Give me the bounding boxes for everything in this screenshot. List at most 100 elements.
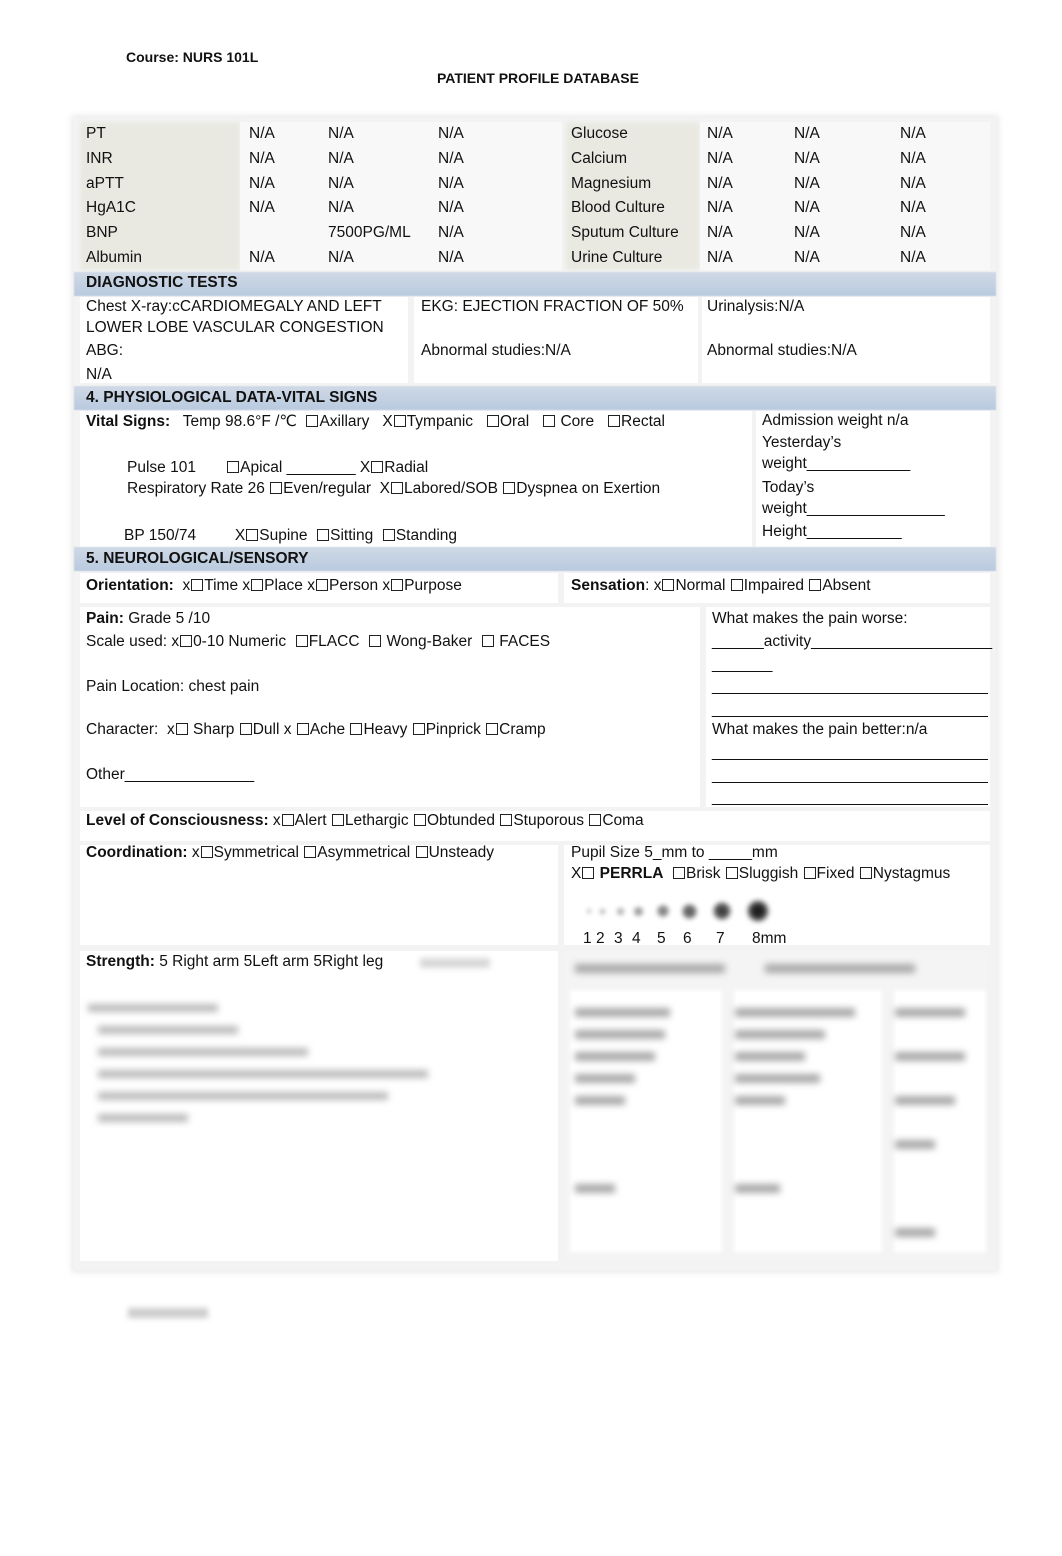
checkbox-icon[interactable] — [350, 723, 363, 735]
yesterday-weight-field[interactable]: weight____________ — [762, 455, 910, 473]
checkbox-icon[interactable] — [317, 529, 330, 541]
checkbox-option[interactable]: Heavy — [349, 721, 411, 738]
checkbox-icon[interactable] — [270, 482, 283, 494]
height-field[interactable]: Height___________ — [762, 523, 902, 541]
checkbox-icon[interactable] — [725, 867, 738, 879]
checkbox-option[interactable]: Fixed — [803, 865, 859, 882]
checkbox-icon[interactable] — [730, 579, 743, 591]
blank-line-field[interactable]: ______activity_____________________ — [712, 633, 992, 651]
checked-mark: X — [379, 480, 391, 497]
checkbox-option[interactable]: Standing — [382, 527, 457, 544]
checkbox-icon[interactable] — [412, 723, 425, 735]
checkbox-icon[interactable] — [500, 814, 513, 826]
pain-other-field[interactable]: Other_______________ — [86, 766, 254, 784]
checkbox-icon[interactable] — [304, 846, 317, 858]
checkbox-option[interactable]: X Labored/SOB — [380, 480, 498, 497]
checkbox-option[interactable]: Lethargic — [331, 812, 413, 829]
checkbox-icon[interactable] — [246, 529, 259, 541]
checkbox-option[interactable]: Rectal — [607, 413, 665, 430]
checkbox-option[interactable]: Sluggish — [725, 865, 803, 882]
checkbox-option[interactable]: Cramp — [485, 721, 546, 738]
checkbox-option[interactable]: Axillary — [305, 413, 369, 430]
checkbox-option[interactable]: x Sharp — [167, 721, 239, 738]
checkbox-icon[interactable] — [391, 482, 404, 494]
bp-value: BP 150/74 — [124, 527, 197, 544]
checkbox-option[interactable]: Asymmetrical — [303, 844, 414, 861]
checkbox-icon[interactable] — [331, 814, 344, 826]
checkbox-icon[interactable] — [803, 867, 816, 879]
checkbox-option[interactable]: Wong-Baker — [368, 633, 476, 650]
checkbox-option[interactable]: Pinprick — [412, 721, 485, 738]
checkbox-option[interactable]: Core — [542, 413, 594, 430]
checkbox-option[interactable]: Impaired — [730, 577, 809, 594]
checkbox-icon[interactable] — [486, 723, 499, 735]
checkbox-option[interactable]: Dull x — [239, 721, 296, 738]
perrla-checkbox[interactable] — [582, 867, 595, 879]
blank-line-field[interactable]: ________________________________ — [712, 744, 988, 762]
checkbox-icon[interactable] — [382, 529, 395, 541]
checkbox-option[interactable]: X Supine — [235, 527, 308, 544]
checkbox-option[interactable]: X Tympanic — [382, 413, 473, 430]
blank-line-field[interactable]: _______ — [712, 656, 772, 674]
checkbox-option[interactable]: Nystagmus — [859, 865, 950, 882]
checkbox-icon[interactable] — [239, 723, 252, 735]
checkbox-icon[interactable] — [191, 579, 204, 591]
checkbox-option[interactable]: x Alert — [273, 812, 331, 829]
checkbox-option[interactable]: x Purpose — [382, 577, 461, 594]
checkbox-icon[interactable] — [503, 482, 516, 494]
blank-line-field[interactable]: ________________________________ — [712, 767, 988, 785]
checkbox-option[interactable]: x 0-10 Numeric — [171, 633, 290, 650]
checkbox-option[interactable]: x Normal — [654, 577, 730, 594]
blank-line-field[interactable]: ________________________________ — [712, 789, 988, 807]
checkbox-icon[interactable] — [543, 415, 556, 427]
checkbox-option[interactable]: Oral — [486, 413, 529, 430]
checkbox-icon[interactable] — [371, 461, 384, 473]
checkbox-option[interactable]: x Place — [242, 577, 307, 594]
checkbox-option[interactable]: X Radial — [360, 459, 428, 476]
checkbox-icon[interactable] — [175, 723, 188, 735]
checkbox-option[interactable]: Coma — [588, 812, 644, 829]
checkbox-icon[interactable] — [227, 461, 240, 473]
blank-line-field[interactable]: ________________________________ — [712, 678, 988, 696]
checkbox-icon[interactable] — [662, 579, 675, 591]
checkbox-option[interactable]: Obtunded — [413, 812, 499, 829]
checkbox-icon[interactable] — [200, 846, 213, 858]
checkbox-icon[interactable] — [413, 814, 426, 826]
checkbox-icon[interactable] — [306, 415, 319, 427]
checkbox-icon[interactable] — [316, 579, 328, 591]
checkbox-icon[interactable] — [369, 635, 382, 647]
checkbox-icon[interactable] — [295, 635, 308, 647]
checkbox-icon[interactable] — [391, 579, 404, 591]
checkbox-option[interactable]: Even/regular — [269, 480, 375, 497]
checkbox-icon[interactable] — [608, 415, 620, 427]
checkbox-option[interactable]: Absent — [808, 577, 871, 594]
checkbox-icon[interactable] — [251, 579, 264, 591]
checkbox-option[interactable]: Ache — [296, 721, 350, 738]
checkbox-option[interactable]: FACES — [481, 633, 550, 650]
checkbox-icon[interactable] — [486, 415, 499, 427]
checkbox-option[interactable]: x Time — [182, 577, 242, 594]
checkbox-icon[interactable] — [673, 867, 686, 879]
checkbox-option[interactable]: Stuporous — [499, 812, 588, 829]
checkbox-option[interactable]: x Person — [307, 577, 382, 594]
checkbox-option[interactable]: Apical ________ — [226, 459, 360, 476]
checkbox-icon[interactable] — [180, 635, 193, 647]
checkbox-option[interactable]: Dyspnea on Exertion — [502, 480, 660, 497]
checkbox-option[interactable]: Unsteady — [415, 844, 494, 861]
today-weight-field[interactable]: weight________________ — [762, 500, 945, 518]
lab-label-column-right — [566, 122, 700, 270]
checkbox-option[interactable]: x Symmetrical — [192, 844, 303, 861]
checkbox-option[interactable]: FLACC — [295, 633, 364, 650]
checkbox-icon[interactable] — [393, 415, 406, 427]
checkbox-option[interactable]: Sitting — [316, 527, 373, 544]
checkbox-icon[interactable] — [415, 846, 428, 858]
blank-line-field[interactable]: ________________________________ — [712, 701, 988, 719]
checkbox-icon[interactable] — [859, 867, 872, 879]
lab-value: N/A — [900, 224, 926, 242]
checkbox-icon[interactable] — [589, 814, 602, 826]
checkbox-icon[interactable] — [809, 579, 822, 591]
checkbox-icon[interactable] — [481, 635, 494, 647]
checkbox-icon[interactable] — [281, 814, 294, 826]
checkbox-option[interactable]: Brisk — [672, 865, 725, 882]
checkbox-icon[interactable] — [296, 723, 309, 735]
